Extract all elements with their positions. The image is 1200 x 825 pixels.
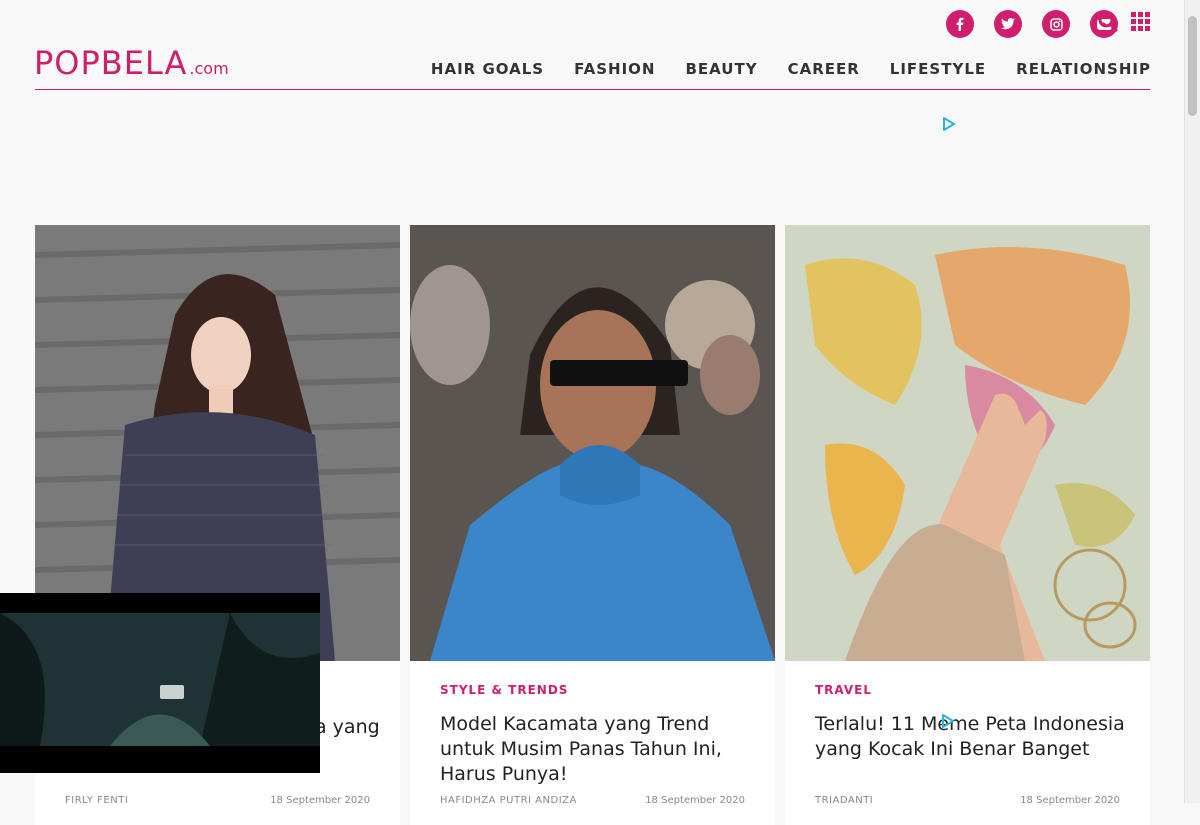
adchoices-icon[interactable]: [942, 116, 956, 135]
adchoices-icon-2[interactable]: [941, 713, 955, 732]
search-icon[interactable]: [1098, 12, 1118, 32]
instagram-icon[interactable]: [1042, 10, 1070, 38]
header-divider: [35, 89, 1150, 90]
article-image-3[interactable]: [785, 225, 1150, 661]
social-links: [946, 10, 1118, 38]
article-title-2[interactable]: Model Kacamata yang Trend untuk Musim Pa…: [440, 712, 760, 787]
nav-fashion[interactable]: FASHION: [574, 60, 655, 78]
article-date-3: 18 September 2020: [1020, 795, 1120, 806]
article-author-3[interactable]: TRIADANTI: [815, 795, 873, 806]
scrollbar-thumb[interactable]: [1188, 16, 1197, 116]
article-date-1: 18 September 2020: [270, 795, 370, 806]
main-nav: HAIR GOALS FASHION BEAUTY CAREER LIFESTY…: [431, 60, 1151, 78]
apps-grid-icon[interactable]: [1131, 12, 1150, 31]
article-card-2[interactable]: STYLE & TRENDS Model Kacamata yang Trend…: [410, 225, 775, 825]
nav-lifestyle[interactable]: LIFESTYLE: [890, 60, 986, 78]
article-card-3[interactable]: TRAVEL Terlalu! 11 Meme Peta Indonesia y…: [785, 225, 1150, 825]
nav-beauty[interactable]: BEAUTY: [685, 60, 757, 78]
article-image-2[interactable]: [410, 225, 775, 661]
nav-relationship[interactable]: RELATIONSHIP: [1016, 60, 1151, 78]
article-author-1[interactable]: FIRLY FENTI: [65, 795, 128, 806]
twitter-icon[interactable]: [994, 10, 1022, 38]
facebook-icon[interactable]: [946, 10, 974, 38]
nav-career[interactable]: CAREER: [788, 60, 860, 78]
article-category-2[interactable]: STYLE & TRENDS: [440, 683, 568, 697]
video-player[interactable]: [0, 593, 320, 773]
site-logo[interactable]: POPBELA .com: [34, 44, 229, 82]
logo-suffix: .com: [189, 59, 229, 78]
article-date-2: 18 September 2020: [645, 795, 745, 806]
video-frame[interactable]: [0, 613, 320, 746]
nav-hair-goals[interactable]: HAIR GOALS: [431, 60, 544, 78]
article-title-1[interactable]: a yang: [315, 715, 395, 740]
scrollbar[interactable]: [1184, 0, 1200, 803]
article-title-3[interactable]: Terlalu! 11 Meme Peta Indonesia yang Koc…: [815, 712, 1135, 762]
article-category-3[interactable]: TRAVEL: [815, 683, 872, 697]
logo-text: POPBELA: [34, 44, 188, 82]
article-author-2[interactable]: HAFIDHZA PUTRI ANDIZA: [440, 795, 577, 806]
